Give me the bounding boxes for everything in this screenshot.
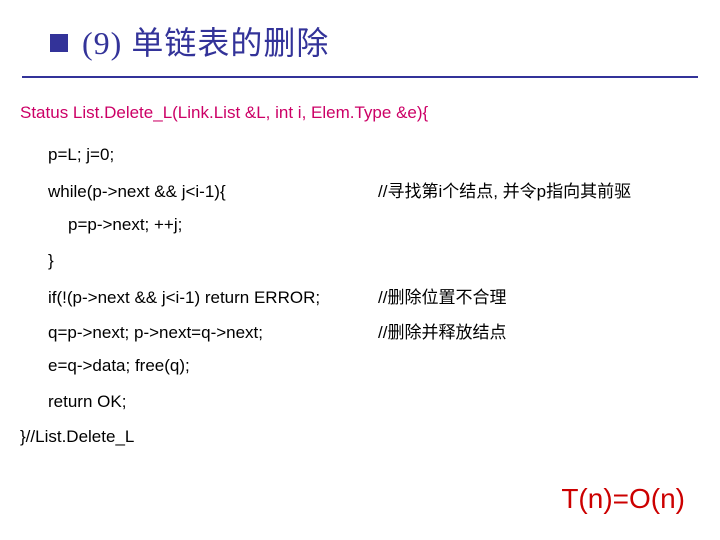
comment-if: //删除位置不合理 — [378, 283, 506, 308]
time-complexity: T(n)=O(n) — [561, 483, 685, 515]
code-brace-close: } — [20, 248, 700, 274]
code-while: while(p->next && j<i-1){ — [48, 182, 378, 202]
slide-title-bar: (9) 单链表的删除 — [0, 0, 720, 76]
function-signature: Status List.Delete_L(Link.List &L, int i… — [20, 100, 700, 126]
comment-while: //寻找第i个结点, 并令p指向其前驱 — [378, 177, 631, 202]
code-close: }//List.Delete_L — [20, 424, 700, 450]
code-e: e=q->data; free(q); — [20, 353, 700, 379]
code-q: q=p->next; p->next=q->next; — [48, 323, 378, 343]
code-init: p=L; j=0; — [20, 142, 700, 168]
code-return: return OK; — [20, 389, 700, 415]
title-bullet-icon — [50, 34, 68, 52]
code-content: Status List.Delete_L(Link.List &L, int i… — [0, 78, 720, 450]
code-q-row: q=p->next; p->next=q->next; //删除并释放结点 — [20, 318, 700, 343]
comment-q: //删除并释放结点 — [378, 318, 506, 343]
code-if-row: if(!(p->next && j<i-1) return ERROR; //删… — [20, 283, 700, 308]
code-loop-body: p=p->next; ++j; — [20, 212, 700, 238]
code-if: if(!(p->next && j<i-1) return ERROR; — [48, 288, 378, 308]
slide-title: (9) 单链表的删除 — [82, 18, 329, 64]
code-while-row: while(p->next && j<i-1){ //寻找第i个结点, 并令p指… — [20, 177, 700, 202]
